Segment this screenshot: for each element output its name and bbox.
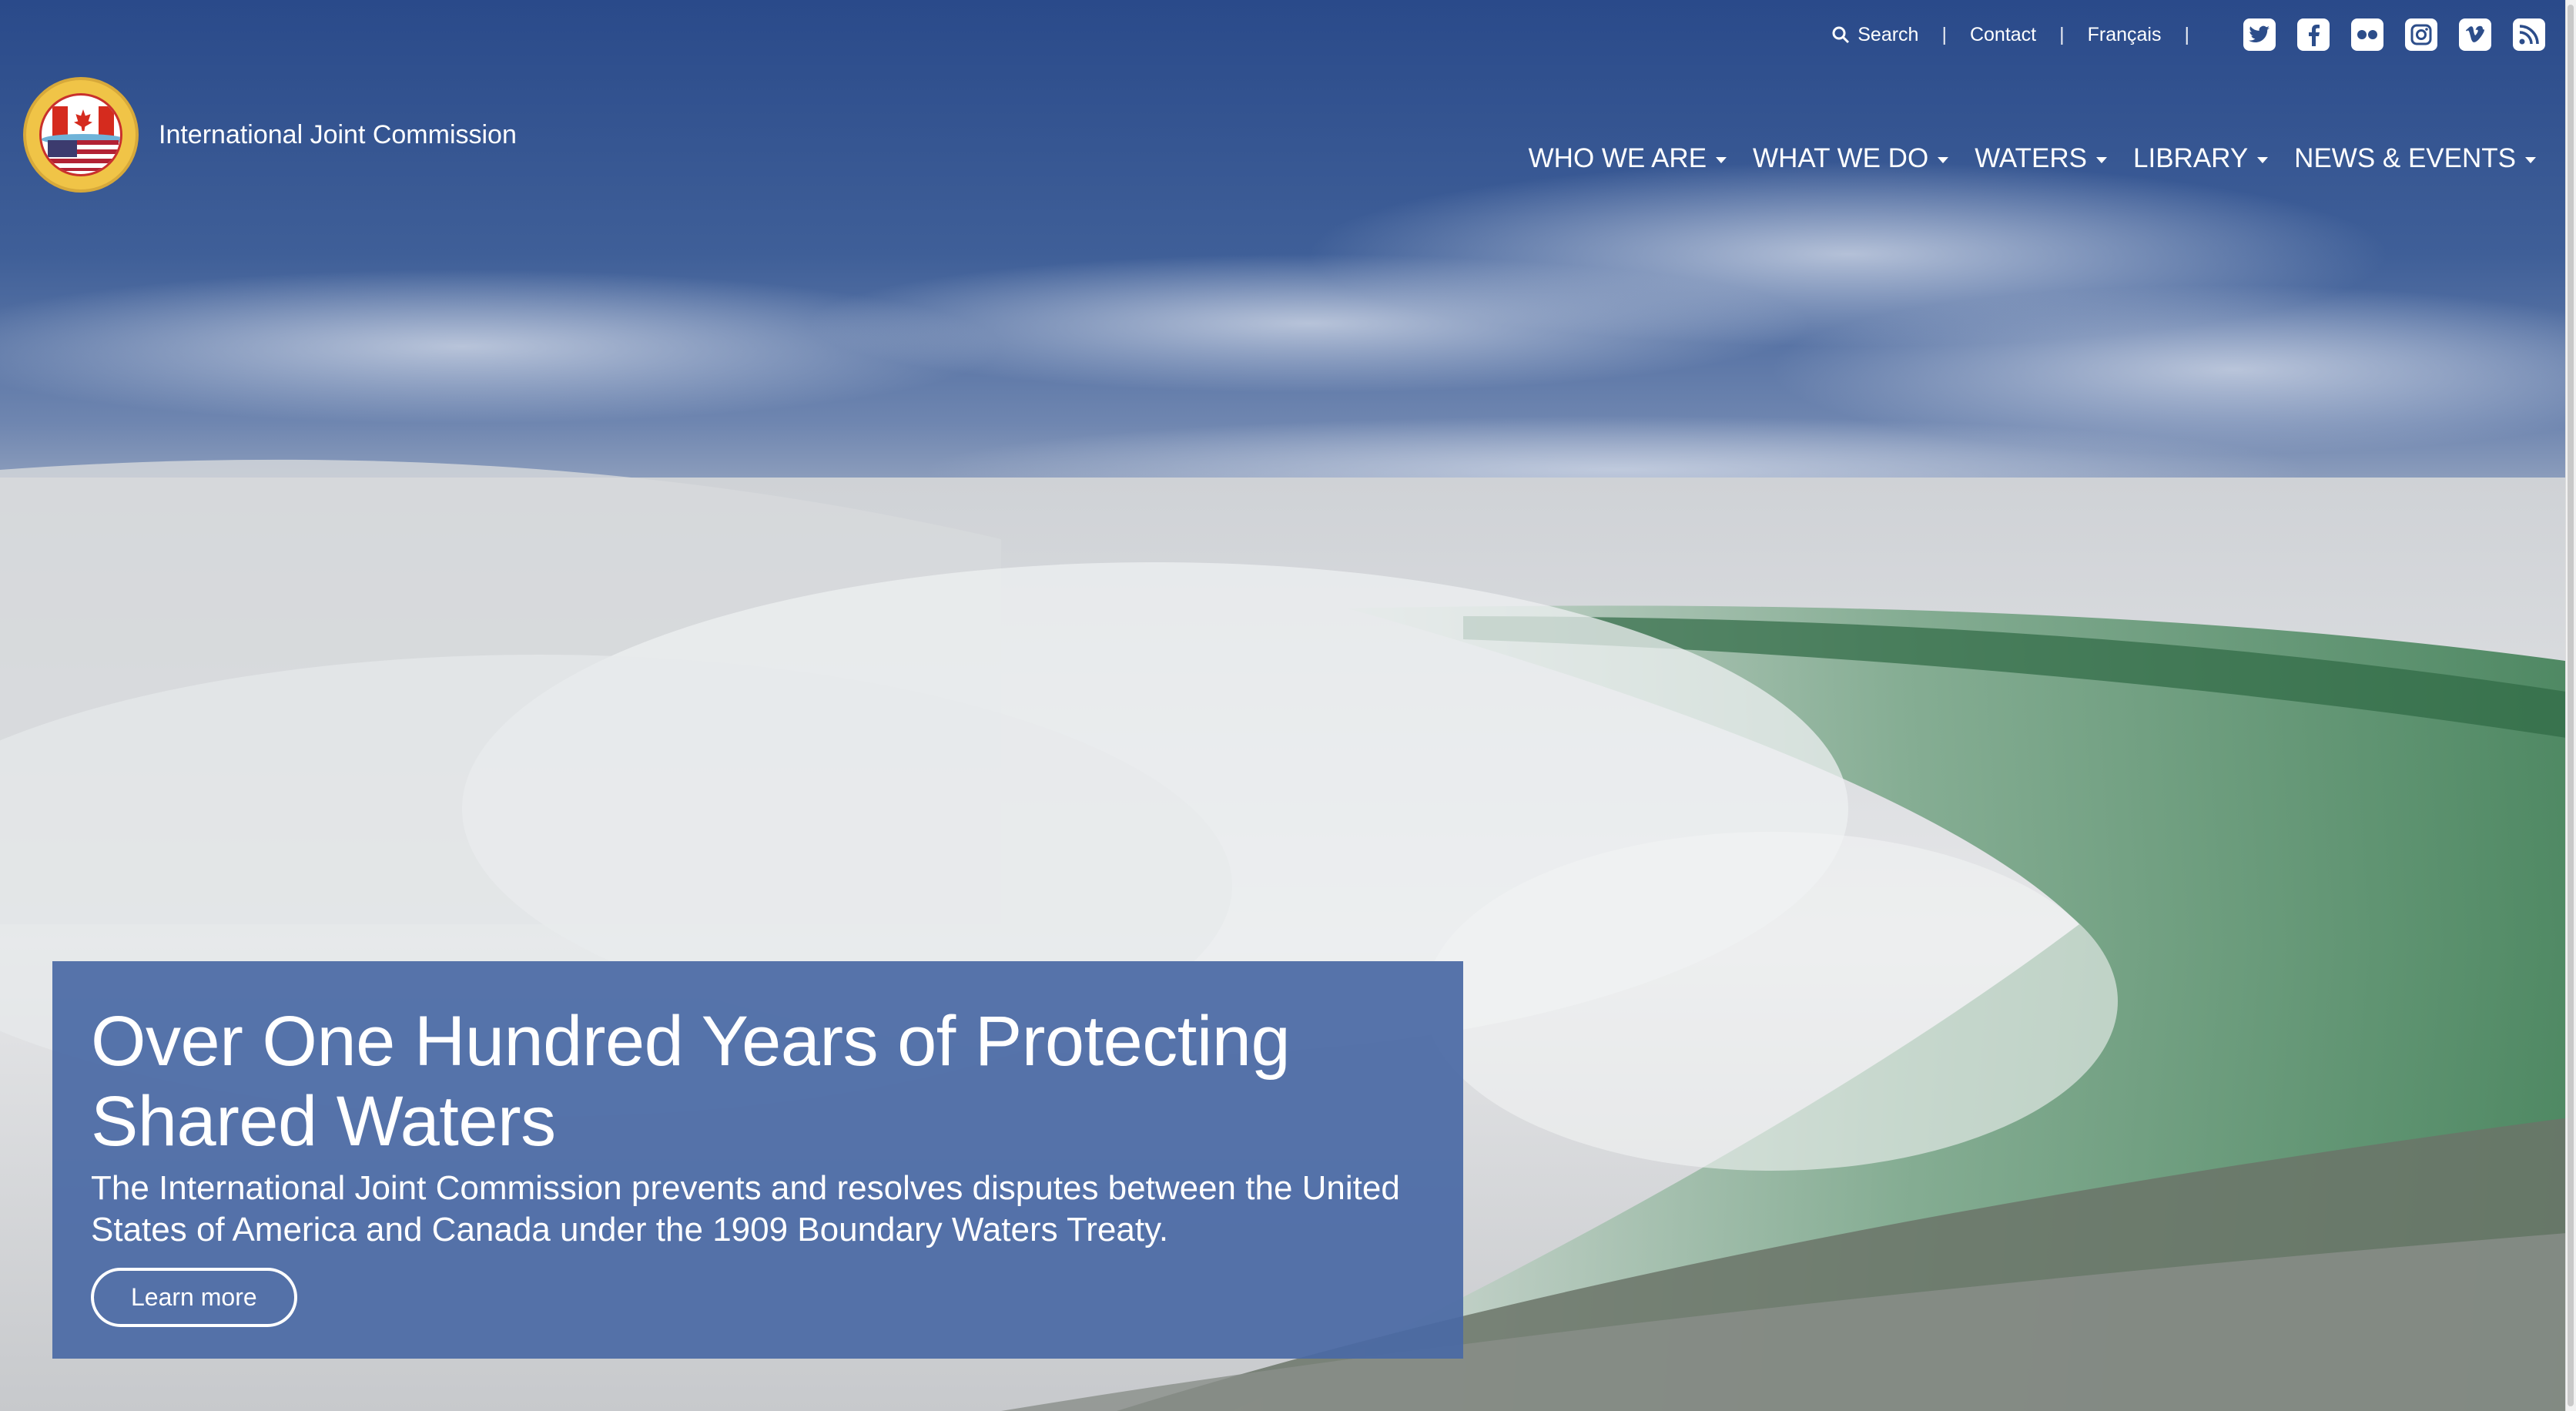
flickr-icon[interactable]: [2351, 18, 2383, 51]
site-logo[interactable]: International Joint Commission: [23, 77, 517, 193]
main-navigation: WHO WE ARE WHAT WE DO WATERS LIBRARY NEW…: [1529, 143, 2536, 174]
nav-label: WATERS: [1975, 143, 2088, 173]
search-link[interactable]: Search: [1831, 24, 1918, 46]
nav-library[interactable]: LIBRARY: [2133, 143, 2269, 174]
scrollbar-thumb[interactable]: [2568, 5, 2574, 1406]
utility-bar: Search | Contact | Français |: [1831, 17, 2545, 52]
facebook-icon[interactable]: [2297, 18, 2330, 51]
nav-label: LIBRARY: [2133, 143, 2249, 173]
contact-link[interactable]: Contact: [1970, 24, 2036, 46]
learn-more-button[interactable]: Learn more: [91, 1268, 297, 1327]
caret-down-icon: [2096, 157, 2108, 163]
search-label: Search: [1857, 23, 1919, 45]
page-scrollbar[interactable]: [2565, 0, 2576, 1411]
nav-label: WHAT WE DO: [1753, 143, 1929, 173]
nav-waters[interactable]: WATERS: [1975, 143, 2108, 174]
caret-down-icon: [2525, 157, 2536, 163]
rss-icon[interactable]: [2513, 18, 2545, 51]
search-icon: [1832, 26, 1850, 44]
language-link[interactable]: Français: [2088, 24, 2162, 46]
nav-news-events[interactable]: NEWS & EVENTS: [2294, 143, 2536, 174]
organization-name: International Joint Commission: [159, 119, 517, 149]
caret-down-icon: [1716, 157, 1727, 163]
hero-description: The International Joint Commission preve…: [91, 1169, 1400, 1248]
nav-what-we-do[interactable]: WHAT WE DO: [1753, 143, 1949, 174]
utility-separator: |: [1941, 23, 1947, 45]
commission-seal-icon: [23, 77, 139, 193]
utility-separator: |: [2059, 23, 2065, 45]
vimeo-icon[interactable]: [2459, 18, 2491, 51]
hero-callout: Over One Hundred Years of Protecting Sha…: [52, 961, 1463, 1359]
hero-title: Over One Hundred Years of Protecting Sha…: [91, 1002, 1291, 1161]
caret-down-icon: [2257, 157, 2269, 163]
social-links: [2243, 18, 2545, 51]
utility-separator: |: [2184, 23, 2190, 45]
nav-label: NEWS & EVENTS: [2294, 143, 2516, 173]
caret-down-icon: [1938, 157, 1949, 163]
twitter-icon[interactable]: [2243, 18, 2276, 51]
nav-who-we-are[interactable]: WHO WE ARE: [1529, 143, 1727, 174]
nav-label: WHO WE ARE: [1528, 143, 1707, 173]
instagram-icon[interactable]: [2405, 18, 2437, 51]
